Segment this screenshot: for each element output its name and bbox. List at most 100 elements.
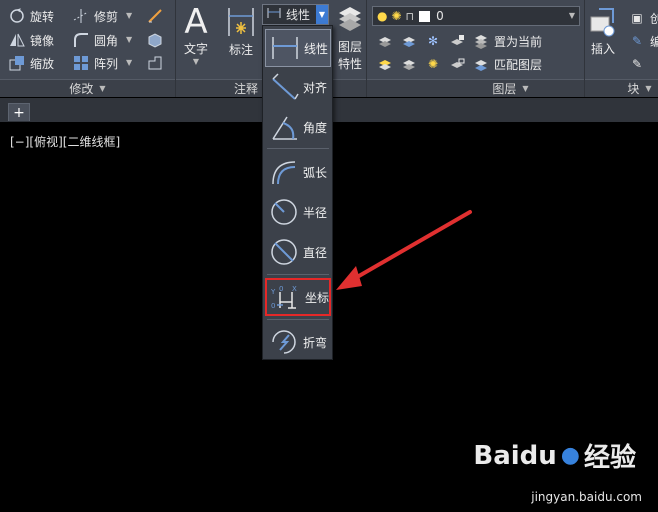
layer-isolate-icon <box>400 32 418 50</box>
mirror-label: 镜像 <box>30 33 55 48</box>
set-current-tool[interactable]: 置为当前 <box>472 31 542 51</box>
menu-label-angular: 角度 <box>303 120 328 135</box>
array-dropdown-caret[interactable]: ▼ <box>126 58 132 67</box>
trim-tool[interactable]: 修剪 <box>72 6 118 26</box>
fillet-dropdown-caret[interactable]: ▼ <box>126 35 132 44</box>
linear-small-icon <box>266 6 282 23</box>
layer-tool-1[interactable] <box>376 31 398 51</box>
menu-label-ordinate: 坐标 <box>304 290 329 305</box>
layers-title: 图层 <box>492 82 517 96</box>
layer-properties-button[interactable]: 图层 特性 <box>337 5 363 72</box>
edit-block-tool[interactable]: ✎ 编 <box>628 31 658 51</box>
layer-tool-4[interactable] <box>448 31 470 51</box>
scale-icon <box>8 54 26 72</box>
menu-separator <box>267 274 329 275</box>
sun-icon: ✺ <box>391 9 402 23</box>
layer-tool-7[interactable]: ✺ <box>424 54 446 74</box>
fillet-icon <box>72 31 90 49</box>
scale-label: 缩放 <box>30 56 55 71</box>
block-panel-title[interactable]: 块 ▼ <box>585 79 658 97</box>
menu-item-aligned[interactable]: 对齐 <box>265 68 331 106</box>
array-tool[interactable]: 阵列 <box>72 53 118 73</box>
layer-thaw-icon: ✺ <box>427 57 439 71</box>
create-block-icon: ▣ <box>631 11 643 25</box>
menu-item-ordinate[interactable]: 0XY0 坐标 <box>265 278 331 316</box>
color-swatch <box>419 10 431 22</box>
svg-text:Y: Y <box>270 288 276 296</box>
erase-tool[interactable] <box>146 6 168 26</box>
copy-3d-tool[interactable] <box>146 30 168 50</box>
aligned-dim-icon <box>267 70 301 104</box>
text-a-icon: A <box>184 2 208 42</box>
dropdown-arrow[interactable]: ▼ <box>316 5 328 24</box>
rotate-label: 旋转 <box>30 9 55 24</box>
layer-tool-3[interactable]: ✻ <box>424 31 446 51</box>
svg-text:X: X <box>292 285 297 293</box>
paw-icon: ● <box>560 443 580 468</box>
layer-stack-icon <box>337 5 363 38</box>
create-block-tool[interactable]: ▣ 创 <box>628 8 658 28</box>
menu-item-arc-length[interactable]: 弧长 <box>265 153 331 191</box>
ordinate-icon: 0XY0 <box>269 280 303 314</box>
new-tab-label: + <box>13 104 25 121</box>
layer-combo[interactable]: ● ✺ ⊓ 0 ▼ <box>372 6 580 26</box>
layer-tool-5[interactable] <box>376 54 398 74</box>
scale-tool[interactable]: 缩放 <box>8 53 54 73</box>
set-current-icon <box>472 32 490 50</box>
dimension-type-dropdown[interactable]: 线性 ▼ <box>262 4 329 25</box>
stretch-icon <box>146 54 164 72</box>
cube-icon <box>146 31 164 49</box>
match-layer-label: 匹配图层 <box>494 57 543 72</box>
rotate-tool[interactable]: 旋转 <box>8 6 54 26</box>
trim-dropdown-caret[interactable]: ▼ <box>126 11 132 20</box>
dimension-button[interactable]: 标注 <box>226 6 256 58</box>
new-tab-button[interactable]: + <box>8 103 30 121</box>
trim-icon <box>72 7 90 25</box>
layer-tool-8[interactable] <box>448 54 470 74</box>
text-label: 文字 <box>184 42 209 56</box>
fillet-label: 圆角 <box>94 33 119 48</box>
menu-separator <box>267 148 329 149</box>
layer-tool-6[interactable] <box>400 54 422 74</box>
layer-tool-2[interactable] <box>400 31 422 51</box>
stretch-tool[interactable] <box>146 53 168 73</box>
diameter-icon <box>267 235 301 269</box>
dropdown-current-label: 线性 <box>286 8 311 22</box>
mirror-tool[interactable]: 镜像 <box>8 30 54 50</box>
radius-icon <box>267 195 301 229</box>
match-layer-tool[interactable]: 匹配图层 <box>472 54 542 74</box>
menu-item-radius[interactable]: 半径 <box>265 193 331 231</box>
layer-freeze-icon: ✻ <box>427 34 439 48</box>
layer-on-icon <box>376 55 394 73</box>
block-title: 块 <box>627 82 640 96</box>
jogged-icon <box>267 325 301 359</box>
array-label: 阵列 <box>94 56 119 71</box>
annotation-title: 注释 <box>233 82 258 96</box>
match-layer-icon <box>472 55 490 73</box>
array-icon <box>72 54 90 72</box>
layer-combo-caret: ▼ <box>568 11 575 20</box>
block-title-caret: ▼ <box>645 84 652 93</box>
modify-panel-title[interactable]: 修改 ▼ <box>0 79 175 97</box>
dimension-dropdown-menu: 线性 对齐 角度 弧长 半径 直径 0XY0 坐标 折弯 <box>262 25 333 360</box>
menu-item-jogged[interactable]: 折弯 <box>265 323 331 361</box>
svg-text:0: 0 <box>271 302 275 310</box>
menu-item-angular[interactable]: 角度 <box>265 108 331 146</box>
viewport-controls[interactable]: [−][俯视][二维线框] <box>10 133 120 150</box>
text-button[interactable]: A 文字 ▼ <box>184 4 208 66</box>
layers-panel-title[interactable]: 图层 ▼ <box>367 79 584 97</box>
layer-props-label-2: 特性 <box>337 57 362 71</box>
baidu-jingyan-text: 经验 <box>583 443 636 473</box>
rotate-icon <box>8 7 26 25</box>
fillet-tool[interactable]: 圆角 <box>72 30 118 50</box>
insert-block-button[interactable]: 插入 <box>589 7 617 57</box>
dimension-icon <box>226 6 256 41</box>
layer-off-icon <box>376 32 394 50</box>
layer-unisolate-icon <box>400 55 418 73</box>
block-attr-tool[interactable]: ✎ <box>628 54 650 74</box>
menu-item-linear[interactable]: 线性 <box>265 29 331 67</box>
mirror-icon <box>8 31 26 49</box>
menu-item-diameter[interactable]: 直径 <box>265 233 331 271</box>
text-caret: ▼ <box>192 57 200 66</box>
baidu-watermark: Baidu ● 经验 <box>473 437 636 474</box>
